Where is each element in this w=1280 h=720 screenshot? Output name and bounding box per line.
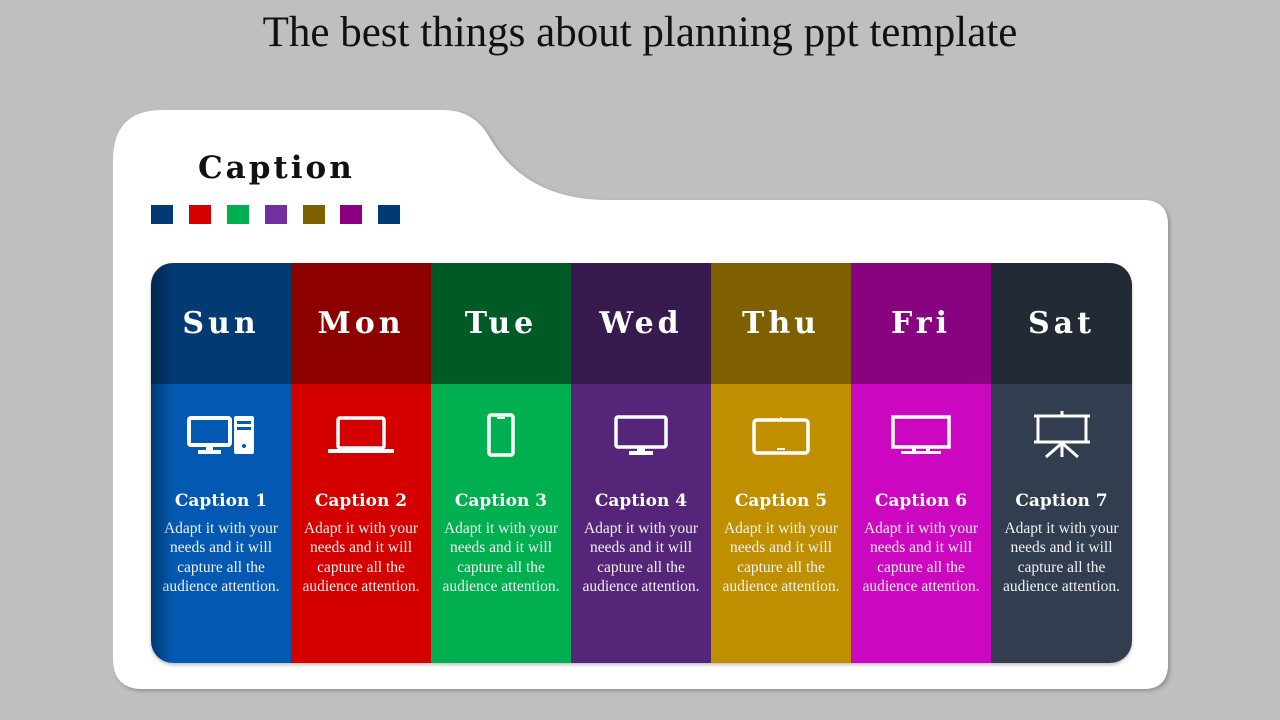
day-body: Caption 3 Adapt it with your needs and i… bbox=[431, 384, 571, 663]
day-body: Caption 7 Adapt it with your needs and i… bbox=[991, 384, 1132, 663]
day-column-sun: Sun Caption 1 Adapt it with your needs a… bbox=[151, 263, 291, 663]
day-header: Mon bbox=[291, 263, 431, 384]
day-header: Thu bbox=[711, 263, 851, 384]
caption-heading: Caption bbox=[198, 150, 355, 186]
swatch bbox=[303, 205, 325, 224]
caption-text: Adapt it with your needs and it will cap… bbox=[582, 520, 700, 595]
day-body: Caption 4 Adapt it with your needs and i… bbox=[571, 384, 711, 663]
caption-title: Caption 5 bbox=[734, 491, 828, 511]
day-header: Wed bbox=[571, 263, 711, 384]
day-column-sat: Sat Caption 7 Adapt it with your needs a… bbox=[991, 263, 1132, 663]
day-body: Caption 1 Adapt it with your needs and i… bbox=[151, 384, 291, 663]
presentation-board-icon bbox=[1033, 411, 1091, 459]
caption-title: Caption 3 bbox=[454, 491, 548, 511]
color-swatches bbox=[151, 205, 416, 224]
day-body: Caption 5 Adapt it with your needs and i… bbox=[711, 384, 851, 663]
caption-text: Adapt it with your needs and it will cap… bbox=[722, 520, 840, 595]
caption-text: Adapt it with your needs and it will cap… bbox=[862, 520, 980, 595]
smartphone-icon bbox=[486, 412, 516, 458]
swatch bbox=[265, 205, 287, 224]
tablet-icon bbox=[752, 412, 810, 458]
day-column-tue: Tue Caption 3 Adapt it with your needs a… bbox=[431, 263, 571, 663]
day-header: Fri bbox=[851, 263, 991, 384]
swatch bbox=[378, 205, 400, 224]
day-header: Sun bbox=[151, 263, 291, 384]
caption-text: Adapt it with your needs and it will cap… bbox=[162, 520, 280, 595]
day-column-mon: Mon Caption 2 Adapt it with your needs a… bbox=[291, 263, 431, 663]
day-header: Sat bbox=[991, 263, 1132, 384]
slide-title: The best things about planning ppt templ… bbox=[262, 9, 1018, 56]
monitor-icon bbox=[613, 412, 669, 458]
caption-title: Caption 6 bbox=[874, 491, 968, 511]
caption-title: Caption 2 bbox=[314, 491, 408, 511]
day-body: Caption 2 Adapt it with your needs and i… bbox=[291, 384, 431, 663]
day-column-fri: Fri Caption 6 Adapt it with your needs a… bbox=[851, 263, 991, 663]
desktop-computer-icon bbox=[186, 412, 256, 458]
laptop-icon bbox=[327, 412, 395, 458]
day-body: Caption 6 Adapt it with your needs and i… bbox=[851, 384, 991, 663]
caption-text: Adapt it with your needs and it will cap… bbox=[442, 520, 560, 595]
caption-title: Caption 7 bbox=[1015, 491, 1108, 511]
weekly-planner: Sun Caption 1 Adapt it with your needs a… bbox=[151, 263, 1132, 663]
caption-title: Caption 1 bbox=[174, 491, 268, 511]
tv-icon bbox=[889, 412, 953, 458]
day-column-thu: Thu Caption 5 Adapt it with your needs a… bbox=[711, 263, 851, 663]
swatch bbox=[151, 205, 173, 224]
caption-text: Adapt it with your needs and it will cap… bbox=[302, 520, 420, 595]
day-header: Tue bbox=[431, 263, 571, 384]
swatch bbox=[189, 205, 211, 224]
day-column-wed: Wed Caption 4 Adapt it with your needs a… bbox=[571, 263, 711, 663]
caption-title: Caption 4 bbox=[594, 491, 688, 511]
swatch bbox=[340, 205, 362, 224]
swatch bbox=[227, 205, 249, 224]
caption-text: Adapt it with your needs and it will cap… bbox=[1002, 520, 1121, 595]
